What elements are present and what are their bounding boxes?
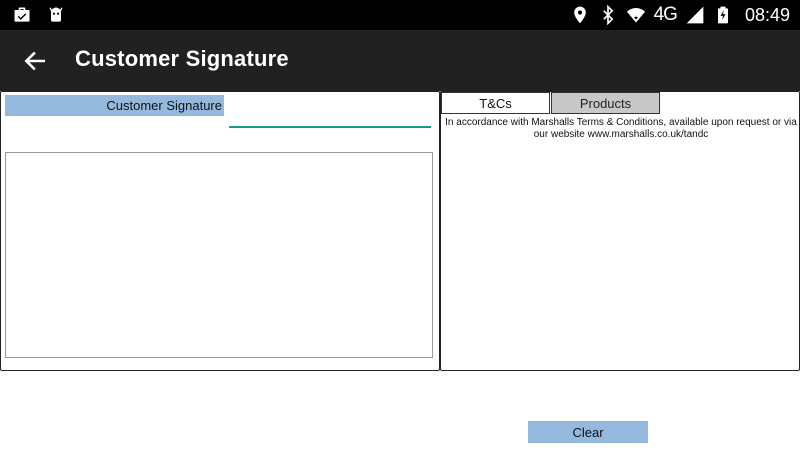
bluetooth-icon (602, 5, 613, 25)
android-icon (49, 7, 63, 22)
location-pin-icon (573, 6, 586, 24)
wifi-icon (626, 8, 645, 23)
terms-panel: T&Cs Products In accordance with Marshal… (440, 91, 800, 371)
briefcase-check-icon (14, 7, 30, 22)
signature-pad[interactable] (5, 152, 433, 358)
arrow-left-icon[interactable] (22, 48, 48, 74)
status-clock: 08:49 (744, 4, 790, 25)
customer-signature-tab[interactable]: Customer Signature (5, 95, 224, 116)
status-bar-right-icons: 4G 08:49 (570, 0, 790, 30)
battery-charging-icon (717, 6, 728, 24)
terms-text: In accordance with Marshalls Terms & Con… (445, 117, 797, 140)
status-bar-left-icons (12, 5, 66, 25)
status-bar: 4G 08:49 (0, 0, 800, 30)
signal-icon (686, 6, 704, 24)
tab-tcs[interactable]: T&Cs (441, 92, 550, 114)
clear-button[interactable]: Clear (528, 421, 648, 443)
page-title: Customer Signature (75, 46, 289, 71)
app-bar: Customer Signature (0, 30, 800, 91)
customer-name-input[interactable] (229, 102, 431, 128)
signature-panel: Customer Signature (0, 91, 440, 371)
network-type-label: 4G (653, 4, 678, 25)
tab-products[interactable]: Products (551, 92, 660, 114)
